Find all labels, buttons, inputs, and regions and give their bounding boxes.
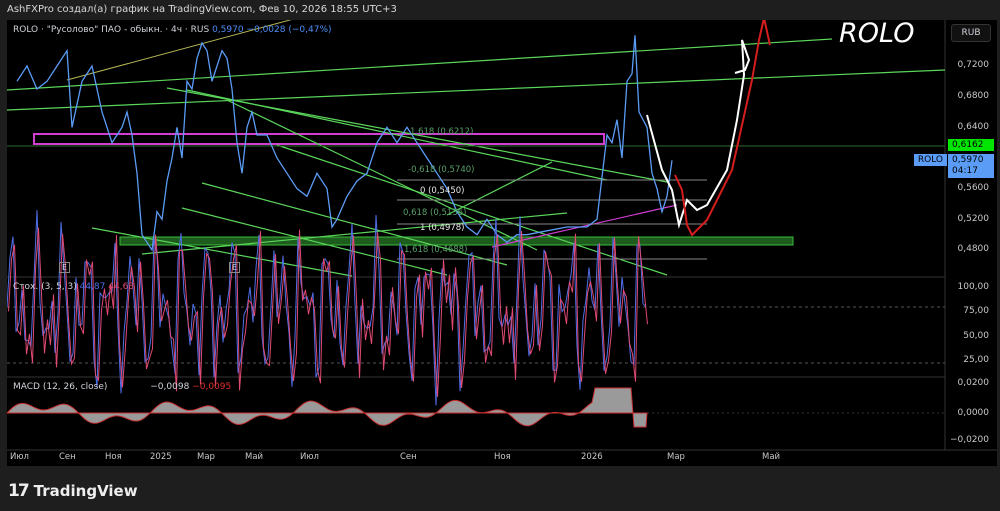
fib-label: -0,618 (0,5740) <box>408 165 475 175</box>
fib-label: 1,618 (0,4688) <box>404 245 468 255</box>
chart-canvas[interactable] <box>7 20 997 466</box>
legend-price: 0,5970 <box>212 25 244 35</box>
stoch-tick: 75,00 <box>963 306 989 316</box>
price-tick: 0,7200 <box>957 60 990 70</box>
stoch-label: Стох. (3, 5, 3) <box>13 282 77 292</box>
macd-value: −0,0098 <box>150 382 190 392</box>
fib-label: 1 (0,4978) <box>420 223 465 233</box>
fib-label: 0 (0,5450) <box>420 186 465 196</box>
time-tick: Мар <box>197 452 215 462</box>
time-tick: Июл <box>300 452 319 462</box>
symbol-title: ROLO · "Русолово" ПАО - обыкн. · 4ч · RU… <box>13 25 210 35</box>
time-tick: Июл <box>10 452 29 462</box>
time-tick: Сен <box>400 452 417 462</box>
fib-label: 0,618 (0,5136) <box>403 208 467 218</box>
brand-name: TradingView <box>33 482 138 500</box>
price-tick: 0,6400 <box>957 122 990 132</box>
time-tick: 2025 <box>150 452 172 462</box>
currency-button[interactable]: RUB <box>951 24 991 42</box>
earnings-event-marker[interactable]: E <box>59 262 71 273</box>
chart-attribution: AshFXPro создал(а) график на TradingView… <box>7 4 397 15</box>
time-tick: Май <box>762 452 781 462</box>
price-tick: 0,5600 <box>957 183 990 193</box>
macd-histogram <box>7 387 648 428</box>
level-price-tag: 0,6162 <box>948 139 994 151</box>
macd-tick: 0,0000 <box>957 408 990 418</box>
time-tick: Мар <box>667 452 685 462</box>
ticker-annotation: ROLO <box>839 18 915 49</box>
last-price-tag: 0,5970 <box>952 155 984 165</box>
time-tick: Ноя <box>105 452 122 462</box>
stoch-d-line <box>8 227 648 397</box>
resistance-zone <box>33 133 605 145</box>
stoch-tick: 25,00 <box>963 355 989 365</box>
forecast-path-white <box>646 39 751 229</box>
symbol-tag: ROLO <box>913 154 947 166</box>
price-tick: 0,6800 <box>957 91 990 101</box>
time-tick: Сен <box>59 452 76 462</box>
stoch-tick: 100,00 <box>957 282 990 292</box>
macd-tick: −0,0200 <box>949 435 989 445</box>
symbol-legend[interactable]: ROLO · "Русолово" ПАО - обыкн. · 4ч · RU… <box>13 25 332 35</box>
stoch-legend[interactable]: Стох. (3, 5, 3) 44,87 44,63 <box>13 282 134 292</box>
price-tick: 0,5200 <box>957 214 990 224</box>
price-tick: 0,4800 <box>957 244 990 254</box>
time-tick: 2026 <box>581 452 603 462</box>
bar-countdown: 04:17 <box>952 166 978 176</box>
fib-label: 1,618 (0,6212) <box>410 127 474 137</box>
macd-legend[interactable]: MACD (12, 26, close) −0,0098 −0,0095 <box>13 382 231 392</box>
support-zone <box>119 236 794 246</box>
macd-label: MACD (12, 26, close) <box>13 382 108 392</box>
stoch-tick: 50,00 <box>963 331 989 341</box>
stoch-k-value: 44,87 <box>79 282 106 292</box>
tradingview-logo[interactable]: 𝟭𝟳 TradingView <box>8 481 138 501</box>
time-tick: Ноя <box>494 452 511 462</box>
stoch-d-value: 44,63 <box>108 282 135 292</box>
tradingview-logo-icon: 𝟭𝟳 <box>8 481 30 501</box>
time-tick: Май <box>245 452 264 462</box>
macd-signal-value: −0,0095 <box>192 382 232 392</box>
earnings-event-marker[interactable]: E <box>229 262 241 273</box>
macd-tick: 0,0200 <box>957 378 990 388</box>
chart-area[interactable]: ROLO · "Русолово" ПАО - обыкн. · 4ч · RU… <box>7 18 997 466</box>
legend-change: −0,0028 (−0,47%) <box>246 25 332 35</box>
